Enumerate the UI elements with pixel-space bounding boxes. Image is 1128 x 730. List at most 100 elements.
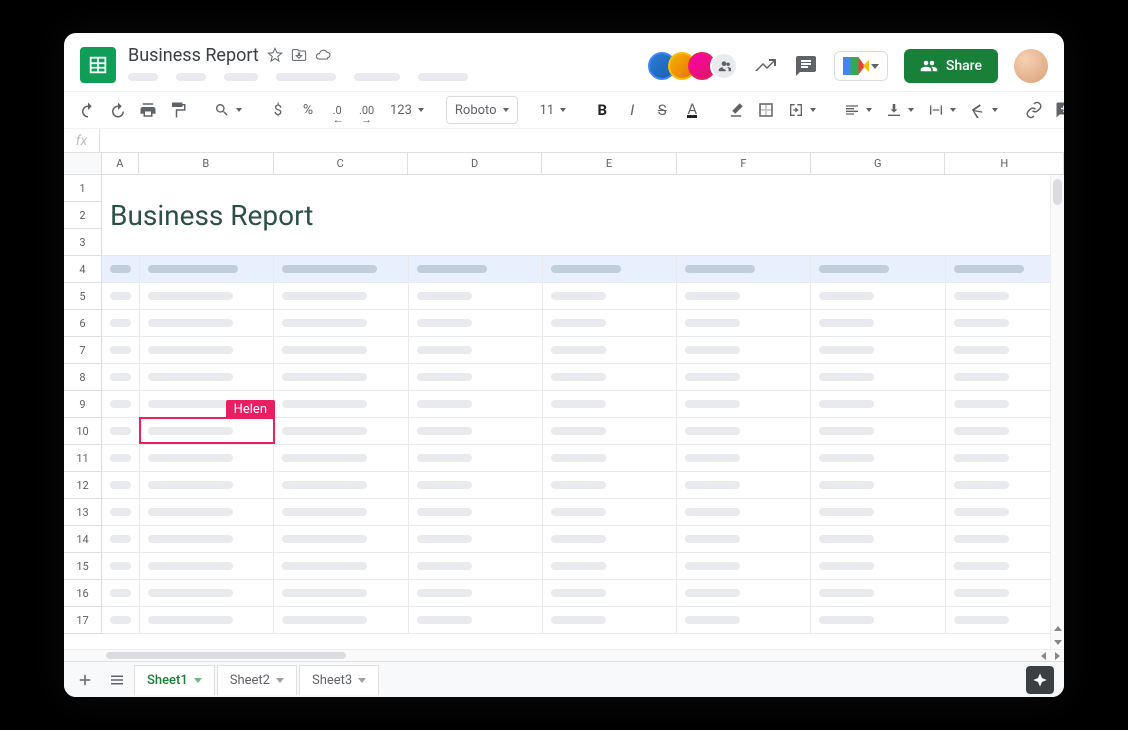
cell[interactable] [946,418,1064,445]
cell[interactable] [543,337,677,364]
cell[interactable] [102,607,140,634]
grid-body[interactable]: 1Business Report234567891011121314151617… [64,175,1064,649]
cell[interactable] [409,553,543,580]
cell[interactable] [274,607,408,634]
scroll-right-arrow-icon[interactable] [1050,650,1064,661]
sheet-tab[interactable]: Sheet1 [134,665,215,695]
cell[interactable] [274,283,408,310]
activity-trend-icon[interactable] [754,54,778,78]
row-header[interactable]: 11 [64,445,102,472]
fill-color-button[interactable] [722,96,750,124]
column-header[interactable]: D [408,153,542,174]
cell[interactable] [543,364,677,391]
cell[interactable] [946,283,1064,310]
cell[interactable] [677,418,811,445]
cell[interactable] [140,553,274,580]
cell[interactable] [140,283,274,310]
cell[interactable] [274,391,408,418]
cell[interactable] [677,337,811,364]
cell[interactable] [274,310,408,337]
cell[interactable] [409,310,543,337]
vertical-scrollbar[interactable] [1050,175,1064,649]
cell[interactable] [140,580,274,607]
cell[interactable] [102,256,140,283]
cell[interactable] [409,499,543,526]
cell[interactable] [409,337,543,364]
cell[interactable] [677,607,811,634]
cell[interactable] [140,391,274,418]
cell[interactable] [677,553,811,580]
horizontal-scrollbar[interactable] [64,649,1064,661]
cell[interactable] [543,283,677,310]
scroll-thumb[interactable] [1053,179,1062,205]
cell[interactable] [102,526,140,553]
avatar-overflow[interactable] [710,52,738,80]
cell[interactable] [677,256,811,283]
menu-placeholder[interactable] [354,73,400,81]
font-family-dropdown[interactable]: Roboto [446,96,518,124]
cell[interactable] [140,418,274,445]
cell[interactable] [140,607,274,634]
text-wrap-dropdown[interactable] [922,96,962,124]
cell[interactable] [946,256,1064,283]
menu-placeholder[interactable] [418,73,468,81]
cell[interactable] [409,418,543,445]
row-header[interactable]: 8 [64,364,102,391]
cell[interactable] [409,364,543,391]
cell[interactable] [946,580,1064,607]
row-header[interactable]: 15 [64,553,102,580]
text-color-button[interactable]: A [678,96,706,124]
cell[interactable] [811,445,945,472]
cell[interactable] [811,526,945,553]
cell[interactable] [811,391,945,418]
cell[interactable] [811,256,945,283]
cell[interactable] [102,391,140,418]
row-header[interactable]: 6 [64,310,102,337]
cell[interactable] [274,553,408,580]
cell[interactable] [677,445,811,472]
cell[interactable] [543,418,677,445]
undo-button[interactable] [74,96,102,124]
cell[interactable] [946,445,1064,472]
cell[interactable] [543,310,677,337]
cell[interactable] [274,418,408,445]
cell[interactable] [140,526,274,553]
row-header[interactable]: 4 [64,256,102,283]
star-icon[interactable] [267,47,283,63]
cell[interactable] [811,607,945,634]
increase-decimal-button[interactable]: .00→.00 [354,96,382,124]
insert-link-button[interactable] [1020,96,1048,124]
add-sheet-button[interactable] [70,666,100,694]
cell[interactable] [677,526,811,553]
cell[interactable] [102,553,140,580]
row-header[interactable]: 14 [64,526,102,553]
cell[interactable] [543,256,677,283]
sheet-tab[interactable]: Sheet2 [217,665,297,695]
cell[interactable] [102,364,140,391]
cell[interactable] [102,337,140,364]
cell[interactable] [811,418,945,445]
insert-comment-button[interactable] [1050,96,1064,124]
paint-format-button[interactable] [164,96,192,124]
cell[interactable] [811,553,945,580]
cell[interactable] [946,526,1064,553]
account-avatar[interactable] [1014,49,1048,83]
cell[interactable] [811,472,945,499]
horizontal-align-dropdown[interactable] [838,96,878,124]
borders-button[interactable] [752,96,780,124]
cell[interactable] [274,337,408,364]
menu-placeholder[interactable] [224,73,258,81]
cell[interactable] [543,499,677,526]
cell[interactable] [811,580,945,607]
row-header[interactable]: 12 [64,472,102,499]
cell[interactable] [140,472,274,499]
spreadsheet-grid[interactable]: ABCDEFGH 1Business Report234567891011121… [64,153,1064,649]
cell[interactable] [140,445,274,472]
row-header[interactable]: 2 [64,202,102,229]
cell[interactable] [409,445,543,472]
bold-button[interactable]: B [588,96,616,124]
strikethrough-button[interactable]: S [648,96,676,124]
cell[interactable] [677,472,811,499]
cell[interactable] [409,607,543,634]
cell[interactable] [677,391,811,418]
